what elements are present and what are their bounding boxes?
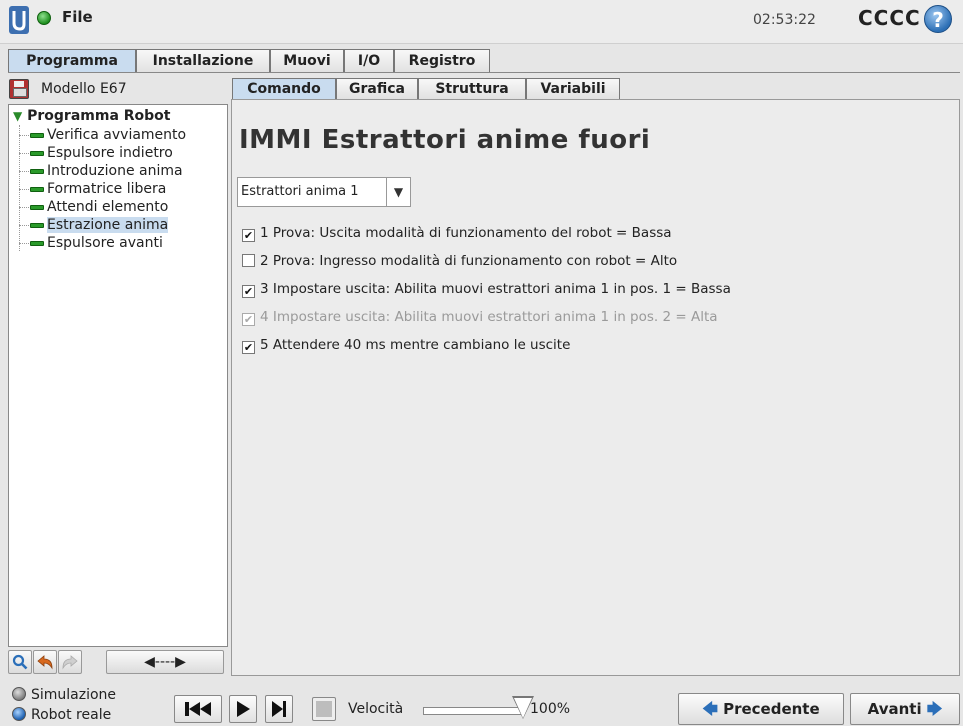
tab-programma[interactable]: Programma <box>8 49 136 73</box>
move-node-button[interactable]: ◀----▶ <box>106 650 224 674</box>
select-value: Estrattori anima 1 <box>241 184 359 199</box>
play-button[interactable] <box>229 695 257 723</box>
condition-row[interactable]: 2 Prova: Ingresso modalità di funzioname… <box>242 253 677 273</box>
tree-item-espulsore-indietro[interactable]: Espulsore indietro <box>19 145 173 163</box>
stop-button[interactable] <box>312 697 336 721</box>
speed-value: 100% <box>530 701 571 717</box>
redo-button[interactable] <box>58 650 82 674</box>
tab-io[interactable]: I/O <box>344 49 394 73</box>
node-title: IMMI Estrattori anime fuori <box>239 125 651 155</box>
previous-button[interactable]: 🡄 Precedente <box>678 693 844 725</box>
top-bar: File 02:53:22 CCCC ? <box>0 0 963 44</box>
program-tree: ▼ Programma Robot Verifica avviamento Es… <box>8 104 228 647</box>
command-node-icon <box>30 186 44 192</box>
ur-logo-icon <box>9 6 29 34</box>
radio-on-icon[interactable] <box>12 707 26 721</box>
arrow-right-icon: 🡆 <box>926 700 943 718</box>
checkbox[interactable] <box>242 254 255 267</box>
tab-installazione[interactable]: Installazione <box>136 49 270 73</box>
tree-item-estrazione-anima[interactable]: Estrazione anima <box>19 217 169 235</box>
program-file-name: Modello E67 <box>41 81 127 97</box>
file-menu[interactable]: File <box>62 8 93 26</box>
radio-off-icon[interactable] <box>12 687 26 701</box>
stop-icon <box>316 701 332 717</box>
command-panel: IMMI Estrattori anime fuori Estrattori a… <box>231 99 960 676</box>
expand-triangle-icon[interactable]: ▼ <box>13 109 22 123</box>
tab-divider <box>8 72 960 73</box>
redo-icon <box>62 655 78 670</box>
save-icon[interactable] <box>9 79 29 99</box>
command-node-icon <box>30 150 44 156</box>
chevron-down-icon[interactable]: ▼ <box>386 178 410 206</box>
tab-muovi[interactable]: Muovi <box>270 49 344 73</box>
undo-icon <box>37 655 53 670</box>
skip-back-icon <box>185 702 211 716</box>
checkbox[interactable]: ✔ <box>242 229 255 242</box>
tab-comando[interactable]: Comando <box>232 78 336 99</box>
mode-real-robot[interactable]: Robot reale <box>12 707 111 725</box>
tree-item-attendi-elemento[interactable]: Attendi elemento <box>19 199 168 217</box>
search-button[interactable] <box>8 650 32 674</box>
help-icon[interactable]: ? <box>924 5 952 33</box>
tab-grafica[interactable]: Grafica <box>336 78 418 99</box>
clock: 02:53:22 <box>753 12 816 28</box>
next-button[interactable]: Avanti 🡆 <box>850 693 960 725</box>
step-icon <box>272 701 286 717</box>
tree-item-introduzione-anima[interactable]: Introduzione anima <box>19 163 183 181</box>
tree-item-formatrice-libera[interactable]: Formatrice libera <box>19 181 166 199</box>
mode-simulation[interactable]: Simulazione <box>12 687 116 705</box>
tree-root[interactable]: ▼ Programma Robot <box>13 108 171 124</box>
core-puller-select[interactable]: Estrattori anima 1 ▼ <box>237 177 411 207</box>
command-node-icon <box>30 240 44 246</box>
robot-name: CCCC <box>858 6 921 30</box>
step-button[interactable] <box>265 695 293 723</box>
tree-root-label: Programma Robot <box>27 108 171 124</box>
tab-struttura[interactable]: Struttura <box>418 78 526 99</box>
checkbox[interactable]: ✔ <box>242 285 255 298</box>
arrow-left-icon: 🡄 <box>702 700 718 718</box>
tab-registro[interactable]: Registro <box>394 49 490 73</box>
checkbox: ✔ <box>242 313 255 326</box>
play-icon <box>237 701 250 717</box>
tree-item-verifica-avviamento[interactable]: Verifica avviamento <box>19 127 186 145</box>
command-node-icon <box>30 222 44 228</box>
search-icon <box>12 654 28 670</box>
tab-variabili[interactable]: Variabili <box>526 78 620 99</box>
tree-toolbar: ◀----▶ <box>8 650 228 678</box>
rewind-button[interactable] <box>174 695 222 723</box>
condition-row[interactable]: ✔ 3 Impostare uscita: Abilita muovi estra… <box>242 281 731 301</box>
condition-row-disabled: ✔ 4 Impostare uscita: Abilita muovi estra… <box>242 309 718 326</box>
command-node-icon <box>30 168 44 174</box>
robot-status-icon[interactable] <box>37 11 51 25</box>
command-node-icon <box>30 132 44 138</box>
program-file[interactable]: Modello E67 <box>8 78 226 102</box>
undo-button[interactable] <box>33 650 57 674</box>
speed-label: Velocità <box>348 701 404 717</box>
condition-row[interactable]: ✔ 1 Prova: Uscita modalità di funzionamen… <box>242 225 672 245</box>
command-node-icon <box>30 204 44 210</box>
condition-row[interactable]: ✔ 5 Attendere 40 ms mentre cambiano le us… <box>242 337 570 357</box>
tree-item-espulsore-avanti[interactable]: Espulsore avanti <box>19 235 163 253</box>
checkbox[interactable]: ✔ <box>242 341 255 354</box>
speed-slider[interactable] <box>423 707 523 715</box>
